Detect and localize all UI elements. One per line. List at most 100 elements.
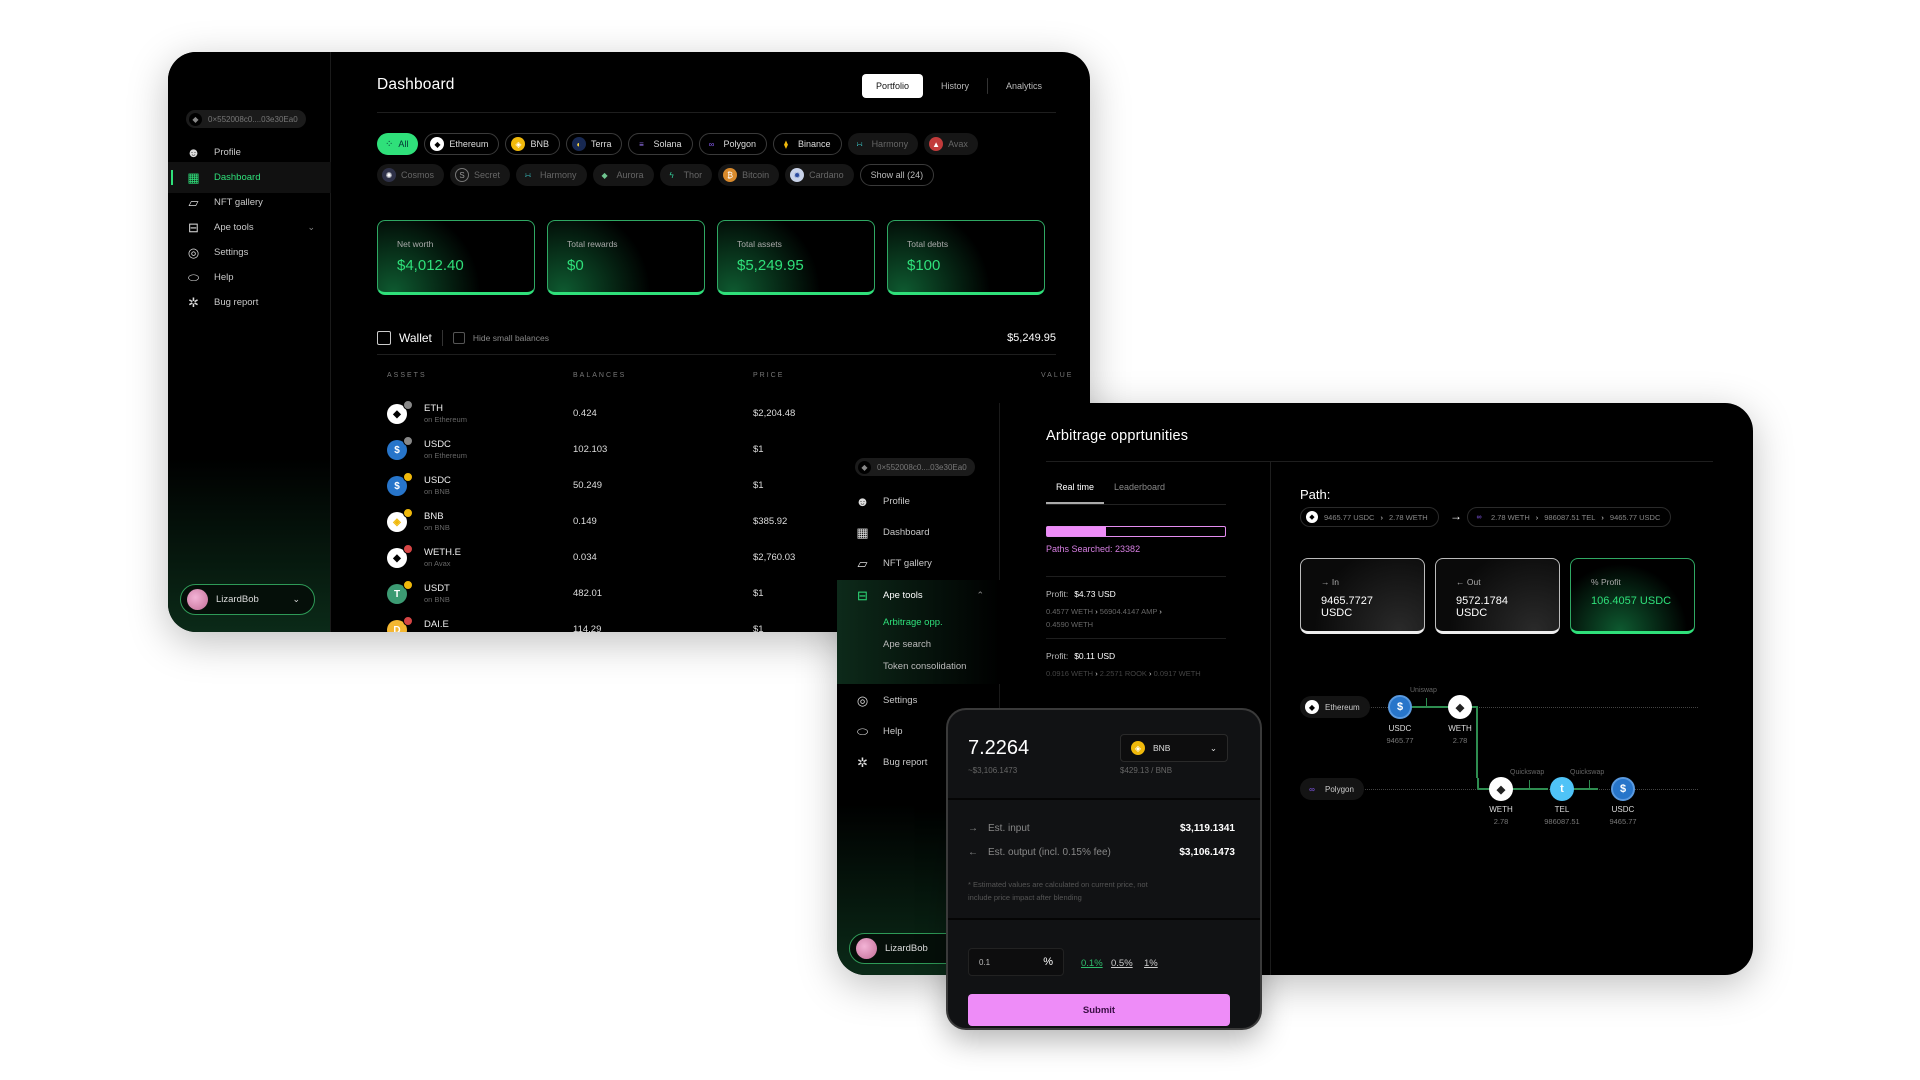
chain-chip-solana[interactable]: ≡ Solana (628, 133, 693, 155)
swap-amount[interactable]: 7.2264 (968, 737, 1029, 760)
sidebar-item-nft-gallery[interactable]: ▱ NFT gallery (837, 548, 1000, 579)
tab-analytics[interactable]: Analytics (992, 74, 1056, 98)
tel-token-node[interactable]: t (1550, 777, 1574, 801)
metric-card-out: ← Out 9572.1784 USDC (1435, 558, 1560, 634)
wallet-address-pill[interactable]: ◆ 0×552008c0....03e30Ea0 (855, 458, 975, 476)
ethereum-icon: ◆ (858, 460, 871, 474)
ethereum-lane (1330, 707, 1698, 708)
chain-chip-bitcoin[interactable]: ₿ Bitcoin (718, 164, 780, 186)
slippage-input[interactable]: 0.1 % (968, 948, 1064, 976)
weth-token-node[interactable]: ◆ (1448, 695, 1472, 719)
chain-chip-ethereum[interactable]: ◆ Ethereum (424, 133, 500, 155)
submenu-item-arbitrage[interactable]: Arbitrage opp. (883, 617, 943, 628)
chain-chip-avax[interactable]: ▲ Avax (924, 133, 978, 155)
wallet-address-pill[interactable]: ◆ 0×552008c0....03e30Ea0 (186, 110, 306, 128)
chain-chip-aurora[interactable]: ◆ Aurora (592, 164, 654, 186)
chain-chip-harmony-2[interactable]: ∺ Harmony (516, 164, 587, 186)
avatar (856, 938, 877, 959)
grid-icon: ▦ (856, 524, 869, 540)
divider (377, 112, 1056, 113)
ethereum-icon: ◆ (1306, 511, 1318, 523)
node-amount: 9465.77 (1386, 736, 1414, 745)
opportunity-item[interactable]: Profit: $0.11 USD 0.0916 WETH › 2.2571 RO… (1046, 638, 1226, 680)
tab-real-time[interactable]: Real time (1046, 482, 1105, 504)
dex-label: Quickswap (1570, 769, 1605, 776)
chain-chip-terra[interactable]: ◐ Terra (565, 133, 623, 155)
ape-icon: ☻ (855, 494, 870, 509)
bnb-icon: ◈ (1131, 741, 1145, 755)
binance-icon: ⧫ (784, 139, 788, 149)
metric-card-profit: % Profit 106.4057 USDC (1570, 558, 1695, 634)
chain-chip-bnb[interactable]: ◈ BNB (505, 133, 560, 155)
chain-chip-cardano[interactable]: ✹ Cardano (785, 164, 854, 186)
bitcoin-icon: ₿ (723, 168, 738, 182)
bug-icon: ✲ (857, 754, 868, 770)
node-amount: 2.78 (1452, 736, 1468, 745)
stat-card-total-debts: Total debts $100 (887, 220, 1045, 295)
chain-chip-binance[interactable]: ⧫ Binance (773, 133, 842, 155)
chain-chip-secret[interactable]: S Secret (450, 164, 511, 186)
view-tabs: Portfolio History Analytics (861, 74, 1056, 98)
grid-dots-icon: ⁘ (385, 138, 394, 150)
tab-leaderboard[interactable]: Leaderboard (1104, 482, 1175, 504)
estimate-note: * Estimated values are calculated on cur… (968, 880, 1148, 902)
opportunity-item[interactable]: Profit: $4.73 USD 0.4577 WETH › 56904.414… (1046, 576, 1226, 631)
bnb-badge-icon (403, 472, 413, 482)
page-title: Arbitrage opprtunities (1046, 428, 1189, 444)
submenu-item-ape-search[interactable]: Ape search (883, 639, 931, 650)
cards-icon: ▱ (857, 555, 868, 571)
ethereum-icon: ◆ (1305, 700, 1319, 714)
polygon-icon: ∞ (1476, 513, 1482, 521)
swap-panel: 7.2264 ~$3,106.1473 ◈ BNB ⌄ $429.13 / BN… (946, 708, 1262, 1030)
chain-chip-all[interactable]: ⁘ All (377, 133, 419, 155)
show-all-chains-button[interactable]: Show all (24) (859, 164, 935, 186)
usdc-token-node[interactable]: $ (1388, 695, 1412, 719)
chain-label-polygon: ∞ Polygon (1300, 778, 1364, 800)
user-menu[interactable]: LizardBob ⌄ (180, 584, 315, 615)
hide-small-balances-label: Hide small balances (472, 333, 549, 343)
cosmos-icon: ✺ (382, 168, 396, 182)
tab-history[interactable]: History (927, 74, 983, 98)
divider (441, 330, 443, 346)
chevron-down-icon: ⌄ (307, 222, 315, 232)
sidebar-item-ape-tools[interactable]: ⊟ Ape tools ⌃ (837, 580, 1000, 611)
search-progress-bar (1046, 526, 1226, 537)
chain-chip-harmony[interactable]: ∺ Harmony (847, 133, 919, 155)
slippage-option-0-1[interactable]: 0.1% (1081, 958, 1103, 969)
chain-chip-cosmos[interactable]: ✺ Cosmos (377, 164, 445, 186)
usdc-token-node[interactable]: $ (1611, 777, 1635, 801)
slippage-option-1[interactable]: 1% (1144, 958, 1158, 969)
chain-chip-thor[interactable]: ϟ Thor (659, 164, 713, 186)
cards-icon: ▱ (188, 194, 199, 210)
wallet-title: Wallet (399, 331, 432, 345)
progress-fill (1047, 527, 1106, 536)
wallet-total: $5,249.95 (1007, 332, 1056, 344)
avatar (187, 589, 208, 610)
column-header-price: PRICE (753, 372, 785, 379)
secret-icon: S (455, 168, 470, 182)
sidebar-item-profile[interactable]: ☻ Profile (837, 486, 1000, 517)
token-select[interactable]: ◈ BNB ⌄ (1120, 734, 1228, 762)
node-amount: 9465.77 (1609, 817, 1637, 826)
submit-button[interactable]: Submit (968, 994, 1230, 1026)
tab-portfolio[interactable]: Portfolio (861, 74, 923, 98)
dex-tick (1589, 780, 1590, 789)
cardano-icon: ✹ (790, 168, 805, 182)
column-header-balances: BALANCES (573, 372, 627, 379)
slippage-option-0-5[interactable]: 0.5% (1111, 958, 1133, 969)
submenu-item-token-consolidation[interactable]: Token consolidation (883, 661, 966, 672)
chain-label-ethereum: ◆ Ethereum (1300, 696, 1370, 718)
hide-small-balances-checkbox[interactable] (452, 332, 465, 344)
chain-filter-row-2: ✺ Cosmos S Secret ∺ Harmony ◆ Aurora ϟ Thor ₿… (377, 164, 935, 186)
grid-icon: ▦ (187, 169, 200, 185)
sidebar-item-dashboard[interactable]: ▦ Dashboard (837, 517, 1000, 548)
weth-token-node[interactable]: ◆ (1489, 777, 1513, 801)
chain-chip-polygon[interactable]: ∞ Polygon (698, 133, 768, 155)
harmony-icon: ∺ (856, 139, 863, 149)
swap-usd-value: ~$3,106.1473 (968, 766, 1018, 775)
metric-card-in: → In 9465.7727 USDC (1300, 558, 1425, 634)
percent-icon: % (1591, 577, 1599, 587)
node-label: USDC (1388, 724, 1412, 733)
polygon-icon: ∞ (1309, 784, 1315, 794)
sidebar-item-bug-report[interactable]: ✲ Bug report (168, 287, 331, 318)
